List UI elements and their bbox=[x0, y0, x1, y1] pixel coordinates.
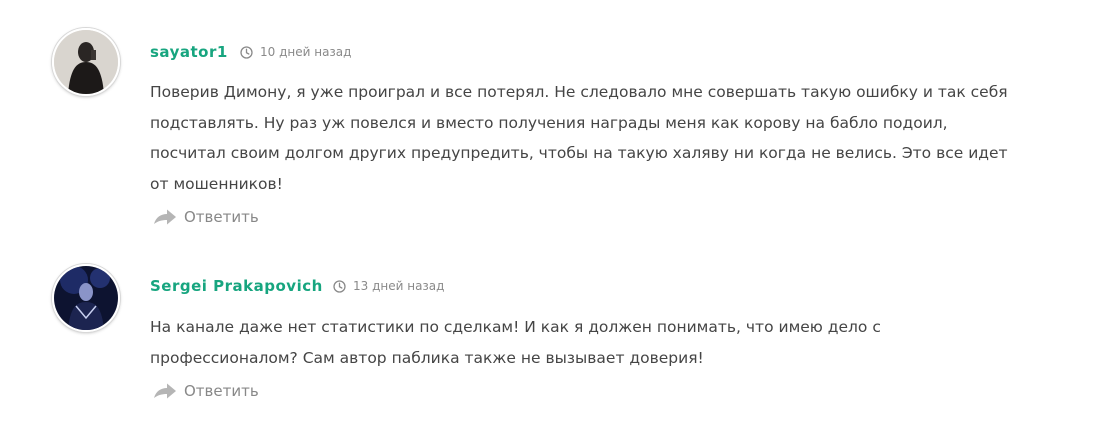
avatar-image bbox=[54, 266, 118, 330]
comment-author[interactable]: Sergei Prakapovich bbox=[150, 277, 323, 295]
comment-text: На канале даже нет статистики по сделкам… bbox=[150, 318, 881, 367]
avatar-image bbox=[54, 30, 118, 94]
reply-arrow-icon bbox=[153, 208, 177, 226]
avatar[interactable] bbox=[52, 264, 120, 332]
reply-button[interactable]: Ответить bbox=[153, 208, 259, 226]
clock-icon bbox=[333, 279, 346, 293]
timestamp-text: 10 дней назад bbox=[260, 45, 352, 59]
clock-icon bbox=[240, 45, 253, 59]
reply-arrow-icon bbox=[153, 382, 177, 400]
avatar[interactable] bbox=[52, 28, 120, 96]
reply-label: Ответить bbox=[184, 382, 259, 400]
comment-timestamp[interactable]: 13 дней назад bbox=[333, 279, 444, 293]
comment-timestamp[interactable]: 10 дней назад bbox=[240, 45, 351, 59]
timestamp-text: 13 дней назад bbox=[353, 279, 445, 293]
reply-button[interactable]: Ответить bbox=[153, 382, 259, 400]
comment-author[interactable]: sayator1 bbox=[150, 43, 228, 61]
comment-text: Поверив Димону, я уже проиграл и все пот… bbox=[150, 83, 1008, 193]
reply-label: Ответить bbox=[184, 208, 259, 226]
